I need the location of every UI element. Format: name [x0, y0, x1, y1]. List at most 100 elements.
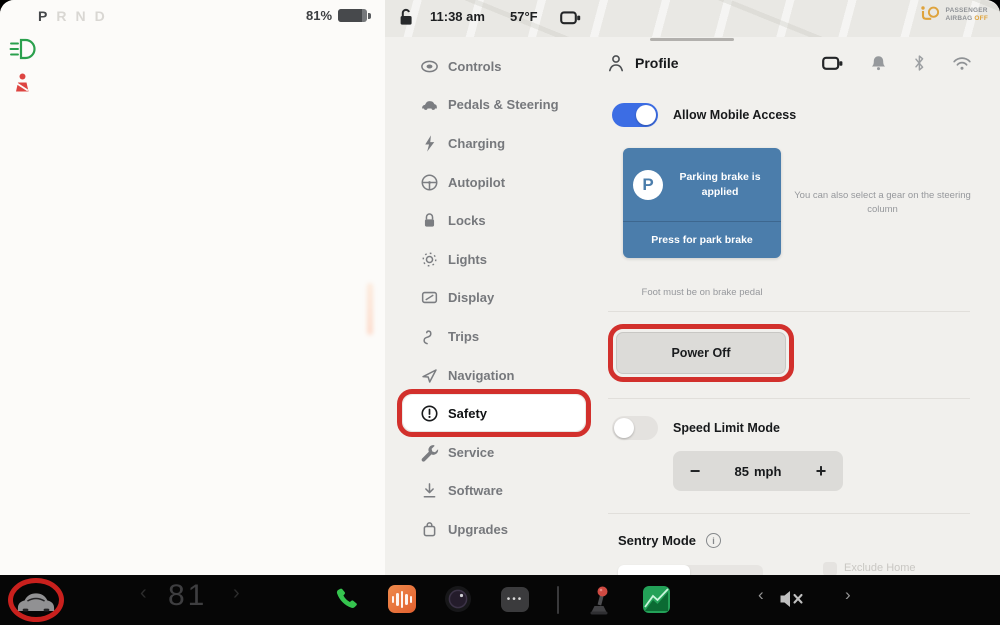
- info-icon[interactable]: i: [706, 533, 721, 548]
- park-icon: P: [633, 170, 663, 200]
- wrench-icon: [420, 443, 439, 462]
- parking-brake-card: P Parking brake is applied Press for par…: [623, 148, 781, 258]
- exclude-home-checkbox[interactable]: [823, 562, 837, 576]
- lightning-icon: [420, 134, 439, 153]
- headlights-indicator-icon: [8, 36, 38, 62]
- steering-wheel-icon: [420, 173, 439, 192]
- exclude-home-label: Exclude Home: [844, 562, 916, 574]
- sidebar-item-controls[interactable]: Controls: [395, 47, 600, 86]
- controls-icon: [420, 57, 439, 76]
- camera-lens-icon[interactable]: [444, 585, 472, 613]
- sidebar-item-lights[interactable]: Lights: [395, 240, 600, 279]
- speed-limit-stepper: − 85mph +: [673, 451, 843, 491]
- parking-brake-status: P Parking brake is applied: [623, 148, 781, 222]
- gear-option-n: N: [75, 8, 85, 24]
- route-icon: [420, 327, 439, 346]
- temp-increase-chevron[interactable]: ›: [233, 583, 240, 603]
- sidebar-item-charging[interactable]: Charging: [395, 124, 600, 163]
- battery-percent: 81%: [306, 8, 332, 23]
- settings-panel: 11:38 am 57°F PASSENGER A: [385, 0, 1000, 625]
- sentry-mode-row: Sentry Mode i: [618, 533, 721, 548]
- sidebar-item-upgrades[interactable]: Upgrades: [395, 510, 600, 549]
- decrease-speed-button[interactable]: −: [673, 451, 717, 491]
- padlock-icon: [420, 211, 439, 230]
- divider: [608, 311, 970, 312]
- sidebar-item-navigation[interactable]: Navigation: [395, 356, 600, 395]
- parking-brake-title: Parking brake is applied: [663, 170, 771, 198]
- sidebar-item-service[interactable]: Service: [395, 433, 600, 472]
- sidebar-item-label: Navigation: [448, 368, 514, 383]
- status-bar: 11:38 am 57°F PASSENGER A: [385, 0, 1000, 37]
- sidebar-item-label: Trips: [448, 329, 479, 344]
- page-title: Profile: [635, 55, 679, 71]
- wifi-icon[interactable]: [952, 55, 972, 71]
- sidebar-item-trips[interactable]: Trips: [395, 317, 600, 356]
- camera-icon[interactable]: [822, 56, 844, 71]
- drag-handle[interactable]: [650, 38, 734, 41]
- battery-icon-nub: [368, 13, 371, 19]
- charting-app-icon[interactable]: [643, 586, 670, 613]
- gear-note: You can also select a gear on the steeri…: [785, 189, 980, 218]
- gear-selector: PRND: [38, 8, 114, 24]
- sentry-mode-label: Sentry Mode: [618, 533, 696, 548]
- allow-mobile-access-label: Allow Mobile Access: [673, 103, 796, 127]
- launcher-bar: ‹ 81 › •••: [0, 575, 1000, 625]
- sidebar-item-display[interactable]: Display: [395, 279, 600, 318]
- dashcam-icon[interactable]: [560, 11, 582, 25]
- power-off-button[interactable]: Power Off: [616, 332, 786, 374]
- sidebar-item-label: Pedals & Steering: [448, 97, 559, 112]
- outside-temperature[interactable]: 57°F: [510, 9, 538, 24]
- gear-option-p: P: [38, 8, 47, 24]
- tesla-touchscreen: PRND 81%: [0, 0, 1000, 625]
- sidebar-item-pedals-steering[interactable]: Pedals & Steering: [395, 86, 600, 125]
- light-bulb-icon: [420, 250, 439, 269]
- cabin-temperature[interactable]: 81: [168, 579, 207, 613]
- sidebar-item-label: Charging: [448, 136, 505, 151]
- more-apps-icon[interactable]: •••: [501, 587, 529, 612]
- bell-icon[interactable]: [870, 55, 887, 72]
- divider: [608, 398, 970, 399]
- sidebar-item-locks[interactable]: Locks: [395, 201, 600, 240]
- shopping-bag-icon: [420, 520, 439, 539]
- dash-panel: PRND 81%: [0, 0, 385, 575]
- download-icon: [420, 481, 439, 500]
- car-settings-icon[interactable]: [16, 588, 56, 613]
- alert-circle-icon: [420, 404, 439, 423]
- media-next-chevron[interactable]: ›: [845, 586, 851, 603]
- sidebar-item-safety[interactable]: Safety: [395, 394, 600, 433]
- sidebar-item-autopilot[interactable]: Autopilot: [395, 163, 600, 202]
- park-brake-button[interactable]: Press for park brake: [623, 222, 781, 257]
- phone-icon[interactable]: [333, 586, 359, 612]
- sidebar-item-label: Upgrades: [448, 522, 508, 537]
- car-icon-highlight-annotation: [8, 578, 64, 622]
- profile-header: Profile: [608, 49, 972, 77]
- battery-icon: [338, 9, 367, 22]
- airbag-off-state: OFF: [974, 15, 988, 22]
- sidebar-item-label: Locks: [448, 213, 486, 228]
- allow-mobile-access-toggle[interactable]: [612, 103, 658, 127]
- speed-limit-mode-label: Speed Limit Mode: [673, 416, 780, 440]
- arcade-joystick-icon[interactable]: [586, 584, 612, 615]
- settings-sheet: Controls Pedals & Steering Charging: [385, 37, 1000, 625]
- bluetooth-icon[interactable]: [913, 54, 926, 72]
- sidebar-item-software[interactable]: Software: [395, 472, 600, 511]
- car-icon: [420, 95, 439, 114]
- settings-sidebar: Controls Pedals & Steering Charging: [395, 47, 600, 549]
- passenger-airbag-indicator: PASSENGER AIRBAG OFF: [919, 5, 988, 25]
- increase-speed-button[interactable]: +: [799, 451, 843, 491]
- airbag-label: PASSENGER AIRBAG OFF: [946, 7, 988, 24]
- unlocked-icon[interactable]: [398, 8, 414, 27]
- sidebar-item-label: Autopilot: [448, 175, 505, 190]
- temp-decrease-chevron[interactable]: ‹: [140, 583, 147, 603]
- battery-status: 81%: [306, 8, 371, 23]
- media-app-icon[interactable]: [388, 585, 416, 613]
- sidebar-item-label: Lights: [448, 252, 487, 267]
- profile-person-icon[interactable]: [608, 54, 624, 72]
- airbag-icon: [919, 5, 941, 25]
- gear-option-r: R: [56, 8, 66, 24]
- navigation-cursor-icon: [420, 366, 439, 385]
- volume-muted-icon[interactable]: [779, 589, 805, 609]
- speed-limit-mode-toggle[interactable]: [612, 416, 658, 440]
- sidebar-item-label: Display: [448, 290, 494, 305]
- media-prev-chevron[interactable]: ‹: [758, 586, 764, 603]
